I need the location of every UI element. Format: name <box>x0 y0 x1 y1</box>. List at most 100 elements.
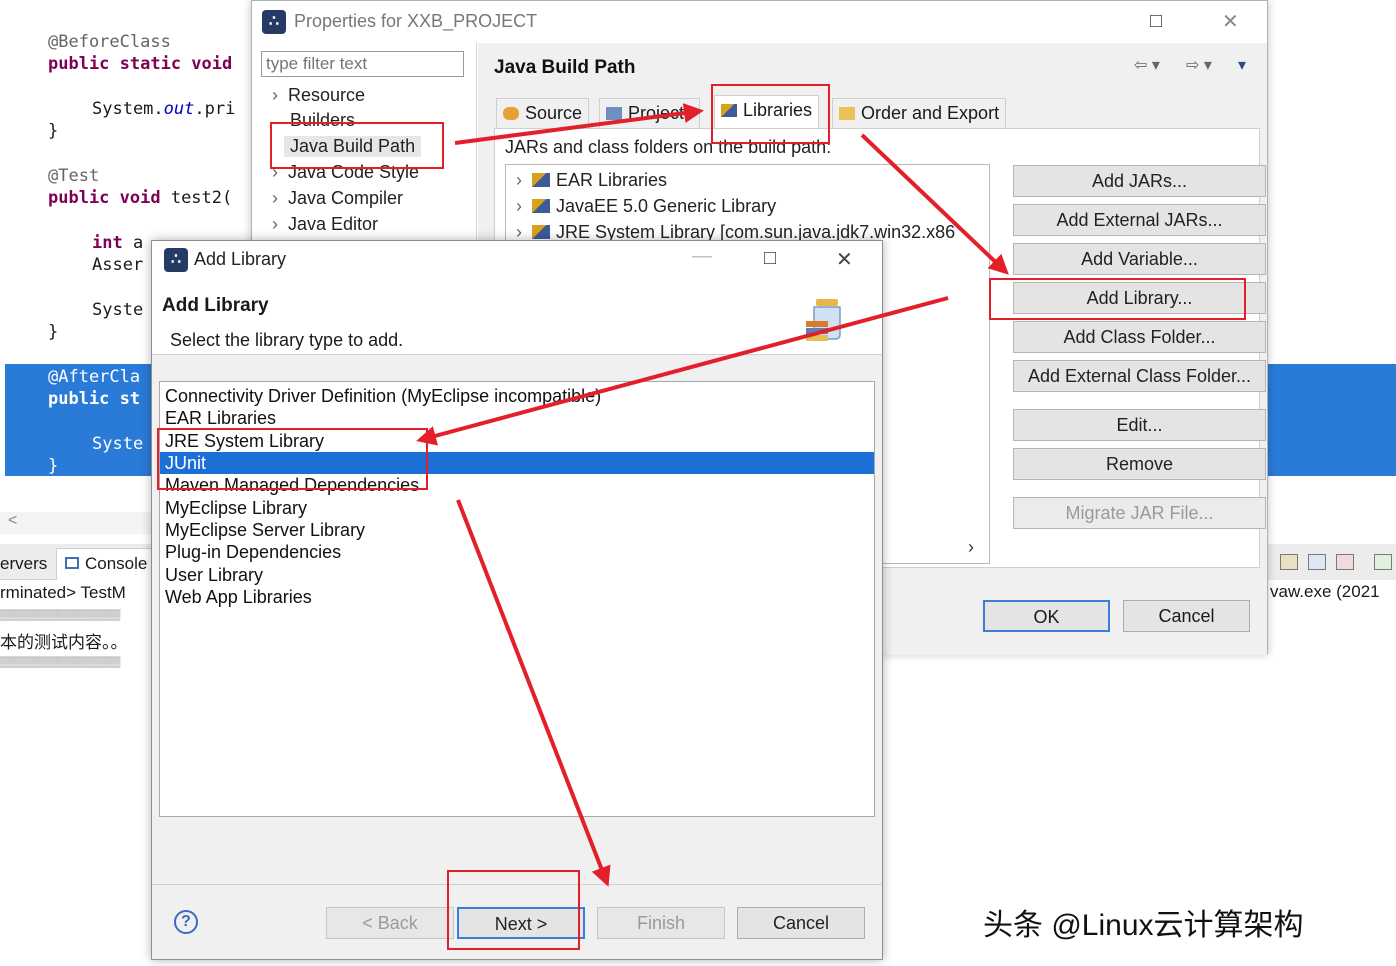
highlight-libraries-tab <box>711 84 830 144</box>
code-line: } <box>48 322 59 342</box>
finish-button[interactable]: Finish <box>597 907 725 939</box>
page-title: Java Build Path <box>494 57 636 78</box>
console-line: 本的测试内容。。 <box>0 633 128 652</box>
remove-button[interactable]: Remove <box>1013 448 1266 480</box>
close-icon[interactable]: ✕ <box>1222 9 1239 34</box>
tree-item-resource[interactable]: › Resource <box>272 85 365 106</box>
add-class-folder-button[interactable]: Add Class Folder... <box>1013 321 1266 353</box>
list-item[interactable]: User Library <box>160 564 874 586</box>
highlight-add-library-button <box>989 278 1246 320</box>
toolbar-icon[interactable] <box>1374 554 1392 570</box>
chevron-right-icon: › <box>272 85 278 105</box>
add-library-dialog: ∴ Add Library — □ ✕ Add Library Select t… <box>151 240 883 960</box>
back-button[interactable]: < Back <box>326 907 454 939</box>
watermark-text: 头条 @Linux云计算架构 <box>983 909 1304 942</box>
list-item[interactable]: › EAR Libraries <box>516 170 667 191</box>
code-line: } <box>48 456 59 476</box>
code-line: @BeforeClass <box>48 32 171 52</box>
tab-source[interactable]: Source <box>496 98 590 128</box>
console-line: ▒▒▒▒▒▒▒▒▒▒▒▒▒▒▒▒▒ <box>0 657 121 668</box>
chevron-right-icon: › <box>516 170 522 190</box>
cancel-button[interactable]: Cancel <box>737 907 865 939</box>
wizard-description: Select the library type to add. <box>170 330 404 350</box>
console-output: rminated> TestM ▒▒▒▒▒▒▒▒▒▒▒▒▒▒▒▒▒ 本的测试内容… <box>0 580 160 670</box>
list-item[interactable]: MyEclipse Library <box>160 497 874 519</box>
eclipse-logo-icon: ∴ <box>262 10 286 34</box>
minimize-icon[interactable]: — <box>692 245 712 268</box>
scroll-right-icon[interactable]: › <box>968 537 974 558</box>
code-line: Syste <box>92 434 144 454</box>
console-status: vaw.exe (2021 <box>1270 582 1380 601</box>
console-icon <box>65 557 79 569</box>
add-external-jars-button[interactable]: Add External JARs... <box>1013 204 1266 236</box>
library-icon <box>532 173 550 187</box>
eclipse-logo-icon: ∴ <box>164 248 188 272</box>
list-item[interactable]: Web App Libraries <box>160 586 874 608</box>
code-line: } <box>48 121 59 141</box>
chevron-right-icon: › <box>516 196 522 216</box>
add-library-title: Add Library <box>194 249 287 269</box>
back-arrow-icon[interactable]: ⇦ ▾ <box>1134 55 1160 75</box>
list-item[interactable]: Plug-in Dependencies <box>160 541 874 563</box>
tab-projects[interactable]: Projects <box>599 98 701 128</box>
tab-servers[interactable]: ervers <box>0 554 47 574</box>
add-variable-button[interactable]: Add Variable... <box>1013 243 1266 275</box>
source-folder-icon <box>503 107 519 120</box>
library-icon <box>532 199 550 213</box>
maximize-icon[interactable]: □ <box>764 247 776 270</box>
cancel-button[interactable]: Cancel <box>1123 600 1250 632</box>
tab-console-label: Console <box>85 554 148 573</box>
maximize-icon[interactable]: □ <box>1150 10 1162 33</box>
order-export-icon <box>839 107 855 120</box>
add-jars-button[interactable]: Add JARs... <box>1013 165 1266 197</box>
code-line: public void test2( <box>48 188 233 208</box>
code-line: int a <box>92 233 144 253</box>
wizard-header: Add Library Select the library type to a… <box>152 279 882 355</box>
chevron-right-icon: › <box>272 188 278 208</box>
code-line: Asser <box>92 255 144 275</box>
library-jar-icon <box>806 299 841 341</box>
highlight-next-button <box>447 870 580 950</box>
code-line: public st <box>48 389 141 409</box>
help-icon[interactable]: ? <box>174 910 198 934</box>
console-line: ▒▒▒▒▒▒▒▒▒▒▒▒▒▒▒▒▒ <box>0 610 121 621</box>
filter-input[interactable] <box>261 51 464 77</box>
add-library-title-bar: ∴ Add Library — □ ✕ <box>152 241 882 279</box>
list-item[interactable]: Connectivity Driver Definition (MyEclips… <box>160 385 874 407</box>
list-item[interactable]: MyEclipse Server Library <box>160 519 874 541</box>
toolbar-icon[interactable] <box>1336 554 1354 570</box>
code-line: Syste <box>92 300 144 320</box>
library-icon <box>532 225 550 239</box>
toolbar-icon[interactable] <box>1308 554 1326 570</box>
tree-item-java-compiler[interactable]: › Java Compiler <box>272 188 403 209</box>
console-toolbar <box>1268 544 1396 580</box>
tree-item-java-editor[interactable]: › Java Editor <box>272 214 378 235</box>
tab-order-and-export[interactable]: Order and Export <box>832 98 1007 128</box>
view-menu-icon[interactable]: ▾ <box>1238 55 1246 75</box>
wizard-title: Add Library <box>162 295 269 316</box>
edit-button[interactable]: Edit... <box>1013 409 1266 441</box>
chevron-right-icon: › <box>272 214 278 234</box>
highlight-java-build-path <box>270 122 444 169</box>
forward-arrow-icon[interactable]: ⇨ ▾ <box>1186 55 1212 75</box>
code-line: @Test <box>48 166 100 186</box>
code-line: public static void <box>48 54 233 74</box>
add-external-class-folder-button[interactable]: Add External Class Folder... <box>1013 360 1266 392</box>
properties-title: Properties for XXB_PROJECT <box>294 11 538 31</box>
toolbar-icon[interactable] <box>1280 554 1298 570</box>
code-line: @AfterCla <box>48 367 141 387</box>
ok-button[interactable]: OK <box>983 600 1110 632</box>
code-line: System.out.pri <box>92 99 236 119</box>
scroll-left-icon[interactable]: < <box>8 512 17 530</box>
tab-console[interactable]: Console <box>56 548 166 580</box>
list-item[interactable]: EAR Libraries <box>160 407 874 429</box>
chevron-right-icon: › <box>516 222 522 242</box>
close-icon[interactable]: ✕ <box>836 247 853 272</box>
migrate-jar-button[interactable]: Migrate JAR File... <box>1013 497 1266 529</box>
list-item[interactable]: › JavaEE 5.0 Generic Library <box>516 196 776 217</box>
highlight-junit-item <box>157 428 428 490</box>
projects-icon <box>606 107 622 120</box>
properties-title-bar: ∴ Properties for XXB_PROJECT □ ✕ <box>252 1 1267 43</box>
console-tab-bar: ervers Console <box>0 544 166 580</box>
console-terminated-text: rminated> TestM <box>0 583 126 602</box>
